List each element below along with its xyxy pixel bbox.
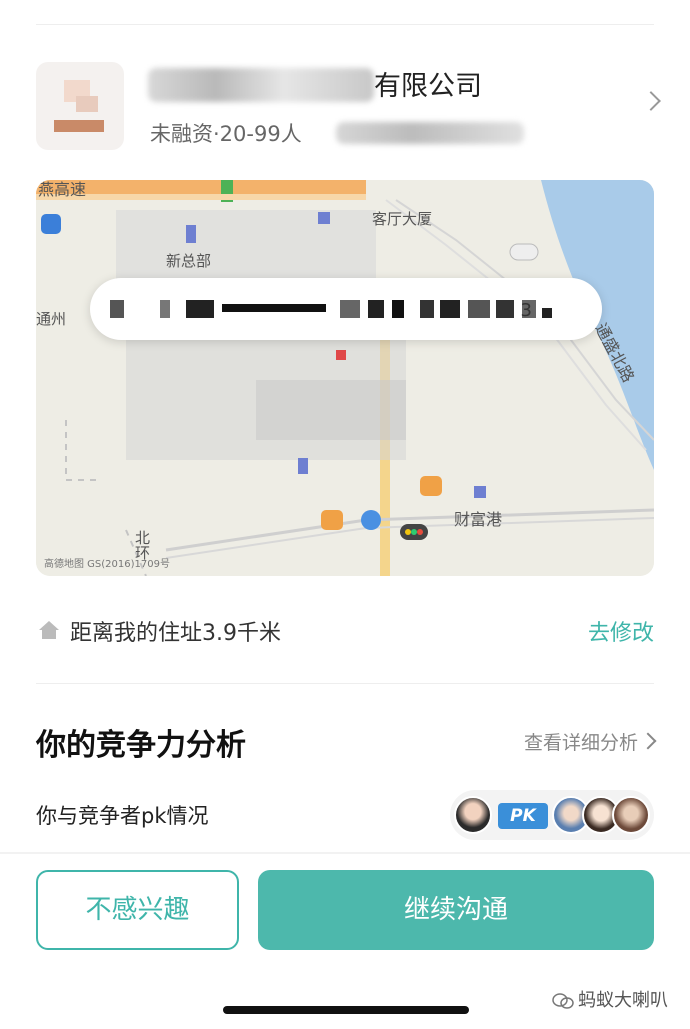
location-map[interactable]: 燕高速 客厅大厦 新总部 通州 通盛北路 财富港 北环 3 高德地图 GS(20… xyxy=(36,180,654,576)
chevron-right-icon[interactable] xyxy=(641,91,661,111)
home-icon xyxy=(39,621,59,639)
company-logo xyxy=(36,62,124,150)
chevron-right-icon[interactable] xyxy=(639,732,657,750)
home-indicator[interactable] xyxy=(223,1006,469,1014)
top-divider xyxy=(36,24,654,25)
wechat-icon xyxy=(552,993,574,1009)
company-name: 有限公司 xyxy=(374,71,482,102)
pk-label: 你与竞争者pk情况 xyxy=(36,804,209,828)
map-label-new: 新总部 xyxy=(166,252,212,270)
watermark-text: 蚂蚁大喇叭 xyxy=(578,990,668,1011)
view-detail-link[interactable]: 查看详细分析 xyxy=(524,728,638,755)
bottom-bar-divider xyxy=(0,852,690,854)
company-card[interactable]: 有限公司 未融资·20-99人 xyxy=(36,62,661,154)
avatar xyxy=(454,796,492,834)
distance-text: 距离我的住址3.9千米 xyxy=(70,621,281,646)
address-tail: 3 xyxy=(520,300,532,321)
pk-avatars[interactable]: PK xyxy=(450,790,654,840)
map-label-highway: 燕高速 xyxy=(38,180,87,199)
map-label-building: 客厅大厦 xyxy=(372,210,433,228)
edit-address-link[interactable]: 去修改 xyxy=(588,615,654,647)
source-watermark: 蚂蚁大喇叭 xyxy=(552,986,668,1012)
continue-chat-button[interactable]: 继续沟通 xyxy=(258,870,654,950)
map-label-west: 通州 xyxy=(36,310,67,328)
section-divider xyxy=(36,683,654,684)
company-meta: 未融资·20-99人 xyxy=(150,122,302,146)
distance-row: 距离我的住址3.9千米 去修改 xyxy=(36,610,654,650)
company-industry-redacted xyxy=(336,122,524,144)
address-bubble[interactable]: 3 xyxy=(90,278,602,340)
map-label-port: 财富港 xyxy=(454,510,503,529)
not-interested-button[interactable]: 不感兴趣 xyxy=(36,870,239,950)
competition-title: 你的竞争力分析 xyxy=(36,728,246,763)
pk-badge: PK xyxy=(498,803,548,829)
map-watermark: 高德地图 GS(2016)1709号 xyxy=(44,559,170,570)
avatar xyxy=(612,796,650,834)
